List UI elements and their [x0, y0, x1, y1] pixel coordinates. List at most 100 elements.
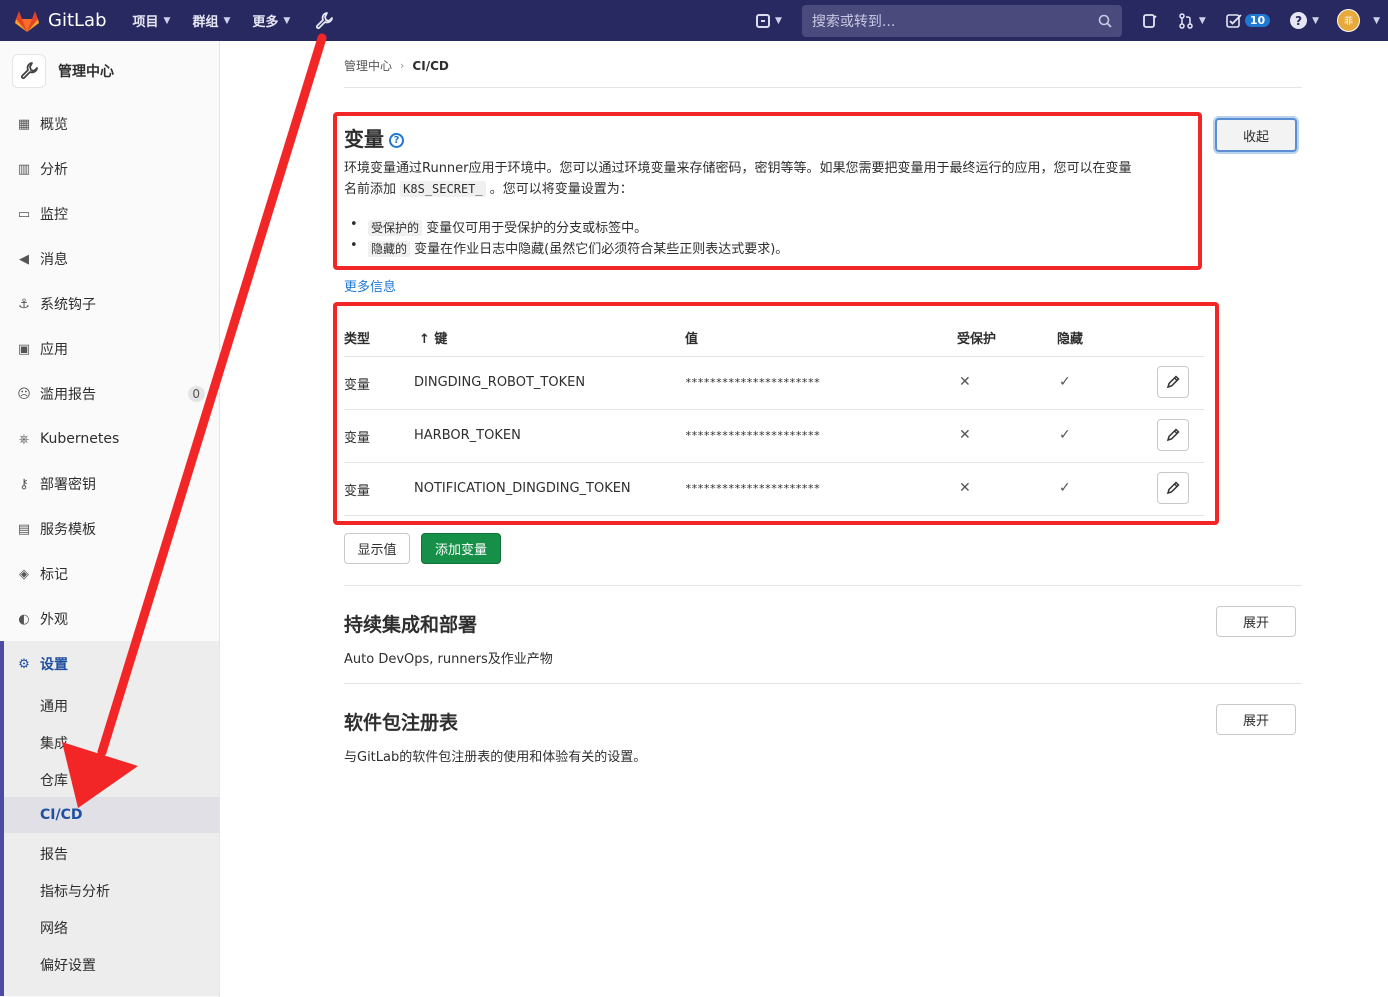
collapse-button[interactable]: 收起 [1215, 118, 1297, 152]
sidebar-item-label: 分析 [40, 162, 68, 178]
breadcrumb-parent[interactable]: 管理中心 [344, 57, 392, 74]
sidebar-item-label: Kubernetes [40, 431, 120, 447]
chevron-down-icon: ▼ [223, 15, 231, 26]
chevron-right-icon: › [400, 59, 405, 72]
row-type: 变量 [344, 431, 371, 446]
section-divider [344, 585, 1302, 586]
new-dropdown[interactable]: ▼ [756, 13, 782, 28]
sidebar-subitem-integrations[interactable]: 集成 [40, 733, 68, 753]
masked-check-icon: ✓ [1059, 374, 1071, 390]
sidebar-subitem-metrics[interactable]: 指标与分析 [40, 881, 110, 901]
add-variable-button[interactable]: 添加变量 [421, 533, 501, 564]
sidebar-subitem-reporting[interactable]: 报告 [40, 844, 68, 864]
variables-title: 变量? [344, 123, 404, 152]
sidebar-active-highlight [4, 797, 219, 833]
expand-registry-button[interactable]: 展开 [1216, 704, 1296, 735]
sidebar-item-label: 应用 [40, 342, 68, 358]
breadcrumb-current[interactable]: CI/CD [412, 59, 448, 73]
sidebar-item-abuse[interactable]: ☹ 滥用报告 0 [0, 372, 219, 416]
cicd-section-description: Auto DevOps, runners及作业产物 [344, 652, 553, 667]
sidebar-item-templates[interactable]: ▤ 服务模板 [0, 507, 219, 551]
help-icon[interactable]: ? [389, 133, 404, 148]
sidebar-item-kubernetes[interactable]: ⎈ Kubernetes [0, 417, 219, 461]
edit-variable-button[interactable] [1157, 472, 1189, 504]
appearance-icon: ◐ [18, 611, 30, 627]
sidebar-subitem-network[interactable]: 网络 [40, 918, 68, 938]
template-icon: ▤ [17, 521, 31, 537]
chevron-down-icon: ▼ [775, 15, 782, 26]
edit-variable-button[interactable] [1157, 419, 1189, 451]
sidebar-item-settings[interactable]: ⚙ 设置 [0, 642, 219, 686]
pencil-icon [1166, 428, 1180, 442]
sidebar-item-label: 监控 [40, 207, 68, 223]
todo-check-icon [1226, 13, 1242, 28]
todos-button[interactable]: 10 [1226, 13, 1271, 28]
row-key: DINGDING_ROBOT_TOKEN [414, 375, 586, 390]
brand-name: GitLab [48, 10, 107, 31]
variables-description-line2: 名前添加 K8S_SECRET_ 。您可以将变量设置为： [344, 179, 633, 200]
applications-icon: ▣ [17, 341, 31, 357]
chevron-down-icon[interactable]: ▼ [1373, 16, 1380, 26]
sidebar-item-appearance[interactable]: ◐ 外观 [0, 597, 219, 641]
sidebar-item-monitoring[interactable]: ▭ 监控 [0, 192, 219, 236]
merge-requests-icon[interactable]: ▼ [1178, 12, 1206, 29]
todo-count-badge: 10 [1244, 14, 1271, 27]
gitlab-logo[interactable]: GitLab [14, 9, 107, 33]
nav-menu: 项目 ▼ 群组 ▼ 更多 ▼ [133, 11, 335, 31]
admin-wrench-icon[interactable] [314, 11, 334, 31]
chevron-down-icon: ▼ [163, 15, 171, 26]
sidebar-item-overview[interactable]: ▦ 概览 [0, 102, 219, 146]
sidebar-item-analytics[interactable]: ▥ 分析 [0, 147, 219, 191]
sidebar-item-label: 标记 [40, 567, 68, 583]
sidebar-item-messages[interactable]: ◀ 消息 [0, 237, 219, 281]
not-protected-icon: ✕ [959, 480, 971, 496]
breadcrumb: 管理中心 › CI/CD [344, 57, 449, 74]
sidebar-item-label: 系统钩子 [40, 297, 96, 313]
row-key: NOTIFICATION_DINGDING_TOKEN [414, 481, 631, 496]
table-divider [344, 356, 1204, 357]
more-info-link[interactable]: 更多信息 [344, 276, 396, 295]
sidebar-item-label: 消息 [40, 252, 68, 268]
kubernetes-icon: ⎈ [18, 431, 30, 447]
sidebar-subitem-general[interactable]: 通用 [40, 696, 68, 716]
key-icon: ⚷ [19, 476, 29, 492]
sidebar-item-label: 概览 [40, 117, 68, 133]
registry-section-description: 与GitLab的软件包注册表的使用和体验有关的设置。 [344, 750, 647, 765]
sidebar-header[interactable]: 管理中心 [0, 41, 219, 101]
reveal-values-button[interactable]: 显示值 [344, 533, 410, 564]
sidebar-item-applications[interactable]: ▣ 应用 [0, 327, 219, 371]
label-icon: ◈ [19, 566, 29, 582]
sidebar-item-hooks[interactable]: ⚓ 系统钩子 [0, 282, 219, 326]
sidebar-item-labels[interactable]: ◈ 标记 [0, 552, 219, 596]
analytics-icon: ▥ [17, 161, 31, 177]
sidebar-item-label: 部署密钥 [40, 477, 96, 493]
sidebar-item-deploy-keys[interactable]: ⚷ 部署密钥 [0, 462, 219, 506]
sidebar-item-label: 外观 [40, 612, 68, 628]
help-dropdown[interactable]: ? ▼ [1290, 12, 1319, 29]
question-icon: ? [1290, 12, 1308, 29]
variables-description-line1: 环境变量通过Runner应用于环境中。您可以通过环境变量来存储密码，密钥等等。如… [344, 161, 1132, 176]
cicd-section-title: 持续集成和部署 [344, 614, 478, 636]
nav-more-label: 更多 [252, 15, 279, 30]
row-type: 变量 [344, 378, 371, 393]
sidebar-subitem-cicd[interactable]: CI/CD [40, 807, 83, 823]
expand-cicd-button[interactable]: 展开 [1216, 606, 1296, 637]
nav-groups[interactable]: 群组 ▼ [192, 11, 230, 30]
edit-variable-button[interactable] [1157, 366, 1189, 398]
bullet-masked: 隐藏的 变量在作业日志中隐藏(虽然它们必须符合某些正则表达式要求)。 [350, 238, 788, 257]
sidebar-subitem-preferences[interactable]: 偏好设置 [40, 955, 96, 975]
search-input[interactable]: 搜索或转到... [801, 4, 1122, 37]
user-avatar[interactable]: 菲 [1337, 9, 1361, 32]
col-header-key[interactable]: ↑ 键 [419, 328, 447, 347]
nav-projects[interactable]: 项目 ▼ [133, 11, 171, 30]
table-divider [344, 462, 1204, 463]
messages-icon: ◀ [19, 251, 29, 267]
issues-icon[interactable] [1142, 13, 1158, 29]
variables-title-text: 变量 [344, 127, 384, 151]
sidebar-subitem-repository[interactable]: 仓库 [40, 770, 68, 790]
nav-more[interactable]: 更多 ▼ [252, 11, 290, 30]
desc-suffix: 。您可以将变量设置为： [489, 182, 633, 197]
protected-code: 受保护的 [368, 220, 423, 236]
abuse-count-badge: 0 [188, 386, 205, 402]
col-header-value: 值 [685, 332, 699, 347]
